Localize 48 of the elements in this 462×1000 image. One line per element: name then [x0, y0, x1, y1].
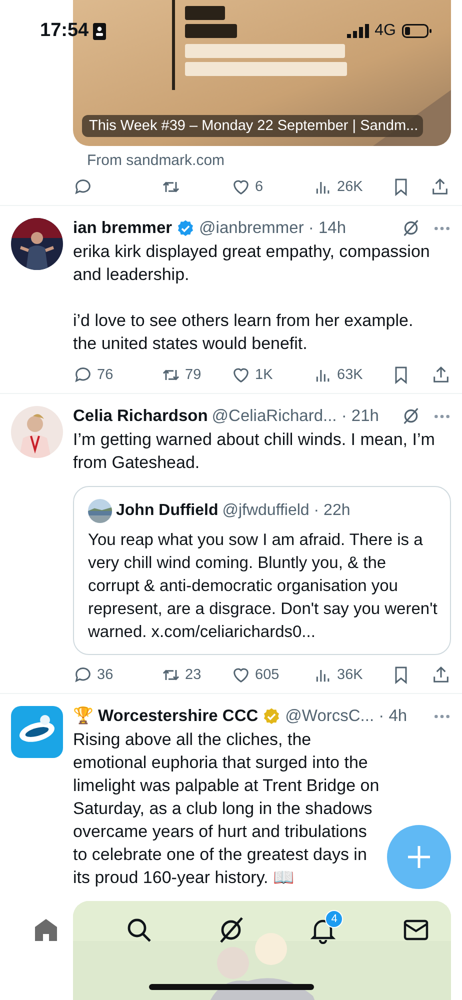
- clock-time: 17:54: [40, 20, 89, 42]
- share-icon[interactable]: [431, 365, 451, 385]
- plus-icon: [405, 843, 433, 871]
- more-icon[interactable]: [433, 226, 451, 230]
- like-icon[interactable]: [231, 365, 251, 385]
- network-type: 4G: [374, 22, 396, 40]
- views-count: 36K: [337, 667, 363, 683]
- link-caption[interactable]: This Week #39 – Monday 22 September | Sandm...: [82, 115, 423, 137]
- notification-count: 4: [325, 910, 344, 928]
- post-text: I’m getting warned about chill winds. I mean, I’m from Gateshead.: [73, 429, 436, 474]
- views-count: 26K: [337, 179, 363, 195]
- more-icon[interactable]: [433, 414, 451, 418]
- reply-icon[interactable]: [73, 365, 93, 385]
- trophy-emoji: 🏆: [73, 706, 94, 726]
- avatar[interactable]: [11, 706, 63, 758]
- share-icon[interactable]: [431, 665, 451, 685]
- like-icon[interactable]: [231, 665, 251, 685]
- link-source[interactable]: From sandmark.com: [87, 152, 462, 169]
- replies-count: 36: [97, 667, 114, 683]
- like-icon[interactable]: [231, 177, 251, 197]
- post-text: You reap what you sow I am afraid. There is a very chill wind coming. Bluntly you, & the corrupt & anti-democratic organisation you represent, are a disgrace. Don't say you weren't warned. x.com/celiarichards0...: [88, 530, 438, 643]
- post-text: Rising above all the cliches, the emotional euphoria that surged into the limelight was palpable at Trent Bridge on Saturday, as a club long in the shadows overcame years of hurt and tribulations to celebrate one of the greatest days in its proud 160-year history. 📖: [73, 729, 380, 889]
- share-icon[interactable]: [430, 177, 450, 197]
- reply-icon[interactable]: [73, 665, 93, 685]
- battery-icon: [402, 24, 432, 38]
- likes-count: 605: [255, 667, 280, 683]
- grok-icon[interactable]: [401, 218, 421, 238]
- handle-and-time: @jfwduffield · 22h: [222, 502, 350, 520]
- author-name[interactable]: Worcestershire CCC: [98, 706, 258, 726]
- author-name[interactable]: John Duffield: [116, 502, 218, 520]
- post-text: erika kirk displayed great empathy, compassion and leadership. i’d love to see others learn from her example. the united states would benefit.: [73, 241, 431, 355]
- reposts-count: 23: [185, 667, 202, 683]
- reply-icon[interactable]: [73, 177, 93, 197]
- author-name[interactable]: ian bremmer: [73, 218, 172, 238]
- handle-and-time: @WorcsC... · 4h: [285, 706, 408, 726]
- likes-count: 1K: [255, 367, 273, 383]
- quoted-post[interactable]: [73, 486, 451, 655]
- reposts-count: 79: [185, 367, 202, 383]
- likes-count: 6: [255, 179, 264, 195]
- author-name[interactable]: Celia Richardson: [73, 406, 208, 426]
- handle-and-time: @ianbremmer · 14h: [199, 218, 346, 238]
- handle-and-time: @CeliaRichard... · 21h: [212, 406, 379, 426]
- signal-icon: [346, 24, 369, 38]
- avatar[interactable]: [11, 218, 63, 270]
- more-icon[interactable]: [433, 714, 451, 718]
- replies-count: 76: [97, 367, 114, 383]
- views-count: 63K: [337, 367, 363, 383]
- grok-icon[interactable]: [401, 406, 421, 426]
